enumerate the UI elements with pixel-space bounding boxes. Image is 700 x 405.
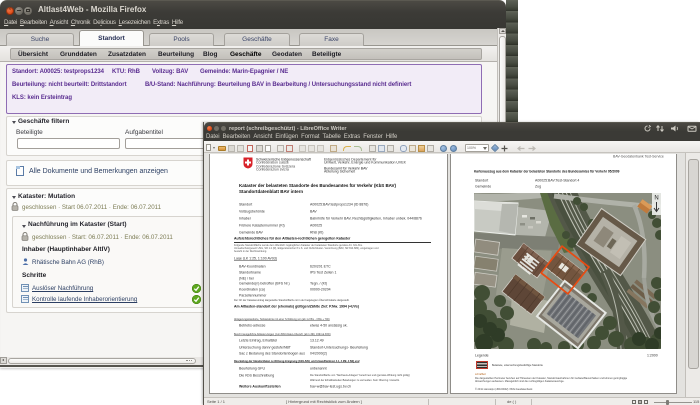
svg-text:N: N	[654, 196, 658, 202]
